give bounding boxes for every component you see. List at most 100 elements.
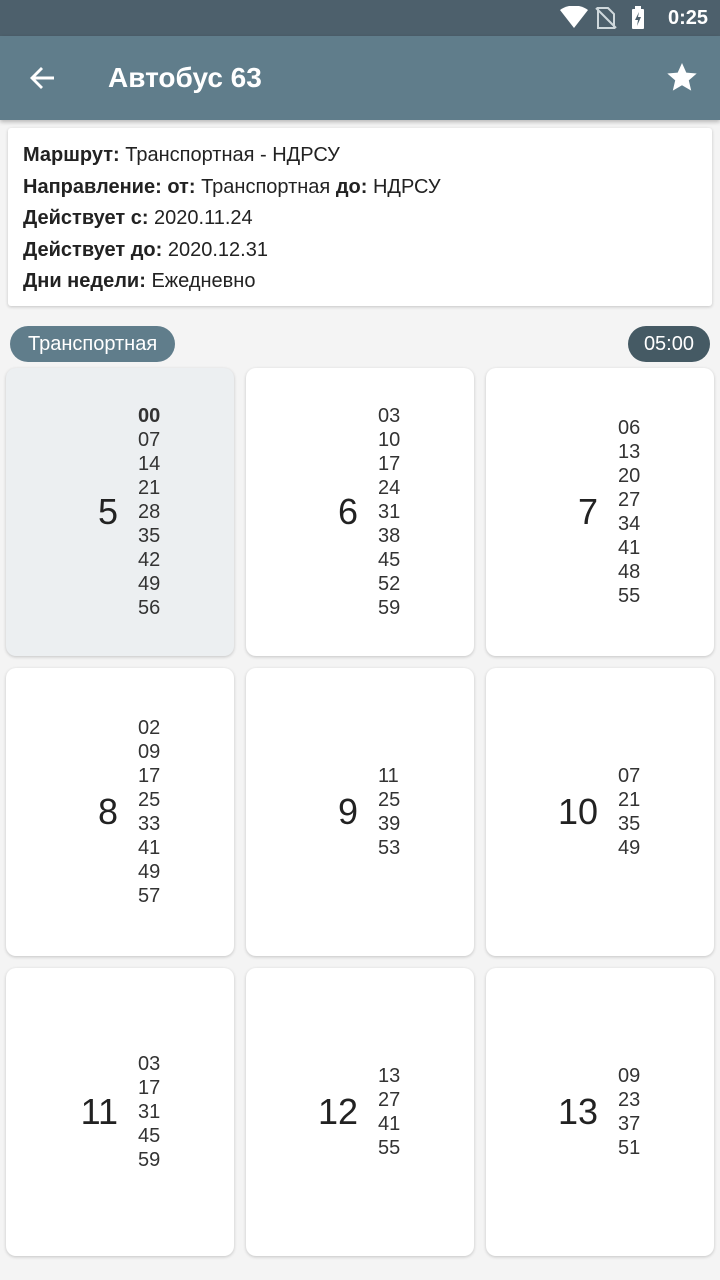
- minute-item: 49: [138, 861, 161, 883]
- minute-item: 17: [378, 453, 401, 475]
- minute-item: 00: [138, 405, 161, 427]
- minute-item: 45: [378, 549, 401, 571]
- hour-label: 13: [557, 1091, 598, 1132]
- direction-label: Направление:: [23, 176, 162, 198]
- minute-item: 03: [138, 1053, 161, 1075]
- minute-item: 25: [138, 789, 161, 811]
- time-chip[interactable]: 05:00: [627, 326, 710, 362]
- minute-item: 49: [618, 837, 641, 859]
- hour-label: 10: [557, 791, 598, 832]
- minute-item: 20: [618, 465, 641, 487]
- wifi-icon: [560, 6, 588, 28]
- minute-item: 41: [138, 837, 161, 859]
- minute-item: 34: [618, 513, 641, 535]
- star-icon[interactable]: [662, 58, 702, 98]
- minute-item: 11: [378, 765, 399, 787]
- hour-card[interactable]: 5 00 07 14 21 28 35 42 49 56: [6, 368, 234, 656]
- minute-item: 17: [138, 1077, 161, 1099]
- hour-label: 9: [337, 791, 358, 832]
- minutes-list: 09 23 37 51: [618, 1064, 640, 1160]
- minute-item: 09: [138, 741, 161, 763]
- minute-item: 17: [138, 765, 161, 787]
- stop-chip[interactable]: Транспортная: [10, 326, 176, 362]
- hour-card[interactable]: 9 11 25 39 53: [246, 668, 474, 956]
- minute-item: 42: [138, 549, 161, 571]
- app-toolbar: Автобус 63: [0, 36, 720, 120]
- minute-item: 49: [138, 573, 161, 595]
- hour-card[interactable]: 6 03 10 17 24 31 38 45 52 59: [246, 368, 474, 656]
- from-value: Транспортная: [201, 176, 331, 198]
- minute-item: 41: [378, 1113, 401, 1135]
- valid-from-label: Действует с:: [23, 207, 149, 229]
- hour-label: 11: [80, 1091, 118, 1132]
- valid-to-value: 2020.12.31: [167, 239, 268, 261]
- minute-item: 31: [378, 501, 401, 523]
- minutes-list: 06 13 20 27 34 41 48 55: [618, 416, 640, 608]
- minute-item: 39: [378, 813, 401, 835]
- minute-item: 13: [618, 441, 641, 463]
- hour-card[interactable]: 12 13 27 41 55: [246, 968, 474, 1256]
- hour-card[interactable]: 7 06 13 20 27 34 41 48 55: [486, 368, 714, 656]
- days-value: Ежедневно: [151, 270, 256, 292]
- minute-item: 59: [378, 597, 401, 619]
- minute-item: 35: [618, 813, 641, 835]
- to-value: НДРСУ: [372, 176, 441, 198]
- battery-charging-icon: [632, 6, 644, 29]
- minute-item: 41: [618, 537, 641, 559]
- minute-item: 25: [378, 789, 401, 811]
- minutes-list: 07 21 35 49: [618, 764, 640, 860]
- hour-card[interactable]: 11 03 17 31 45 59: [6, 968, 234, 1256]
- status-time: 0:25: [667, 7, 708, 29]
- minute-item: 38: [378, 525, 401, 547]
- status-bar: 0:25: [0, 0, 720, 36]
- route-value: Транспортная - НДРСУ: [125, 144, 340, 166]
- route-line: Маршрут: Транспортная - НДРСУ: [23, 144, 340, 167]
- minute-item: 52: [378, 573, 401, 595]
- direction-line: Направление: от: Транспортная до: НДРСУ: [23, 176, 441, 199]
- hour-label: 7: [577, 491, 598, 532]
- minute-item: 21: [138, 477, 161, 499]
- hour-card[interactable]: 10 07 21 35 49: [486, 668, 714, 956]
- minute-item: 56: [138, 597, 161, 619]
- minutes-list: 13 27 41 55: [378, 1064, 400, 1160]
- minute-item: 57: [138, 885, 161, 907]
- minute-item: 06: [618, 417, 641, 439]
- hour-label: 5: [97, 491, 118, 532]
- valid-from-value: 2020.11.24: [154, 207, 253, 229]
- minute-item: 21: [618, 789, 641, 811]
- minute-item: 27: [618, 489, 641, 511]
- minutes-list: 03 17 31 45 59: [138, 1052, 160, 1172]
- minutes-list: 03 10 17 24 31 38 45 52 59: [378, 404, 400, 620]
- minute-item: 09: [618, 1065, 641, 1087]
- minutes-list: 02 09 17 25 33 41 49 57: [138, 716, 160, 908]
- from-label: от:: [167, 176, 196, 198]
- minute-item: 23: [618, 1089, 641, 1111]
- days-line: Дни недели: Ежедневно: [23, 270, 255, 293]
- minute-item: 02: [138, 717, 161, 739]
- minute-item: 55: [378, 1137, 401, 1159]
- to-label: до:: [335, 176, 368, 198]
- minute-item: 03: [378, 405, 401, 427]
- minute-item: 48: [618, 561, 641, 583]
- minute-item: 51: [618, 1137, 641, 1159]
- hour-label: 8: [97, 791, 118, 832]
- route-label: Маршрут:: [23, 144, 120, 166]
- minute-item: 55: [618, 585, 641, 607]
- minutes-list: 11 25 39 53: [378, 764, 400, 860]
- valid-to-label: Действует до:: [23, 239, 163, 261]
- minute-item: 13: [378, 1065, 401, 1087]
- hour-label: 6: [337, 491, 358, 532]
- minute-item: 07: [138, 429, 161, 451]
- status-icons: [560, 6, 644, 29]
- hour-card[interactable]: 13 09 23 37 51: [486, 968, 714, 1256]
- no-sim-icon: [595, 7, 617, 29]
- valid-from-line: Действует с: 2020.11.24: [23, 207, 253, 230]
- minute-item: 24: [378, 477, 401, 499]
- hour-card[interactable]: 8 02 09 17 25 33 41 49 57: [6, 668, 234, 956]
- minute-item: 37: [618, 1113, 641, 1135]
- minute-item: 59: [138, 1149, 161, 1171]
- minute-item: 35: [138, 525, 161, 547]
- valid-to-line: Действует до: 2020.12.31: [23, 239, 268, 262]
- page-title: Автобус 63: [108, 62, 262, 93]
- arrow-back-icon[interactable]: [22, 58, 62, 98]
